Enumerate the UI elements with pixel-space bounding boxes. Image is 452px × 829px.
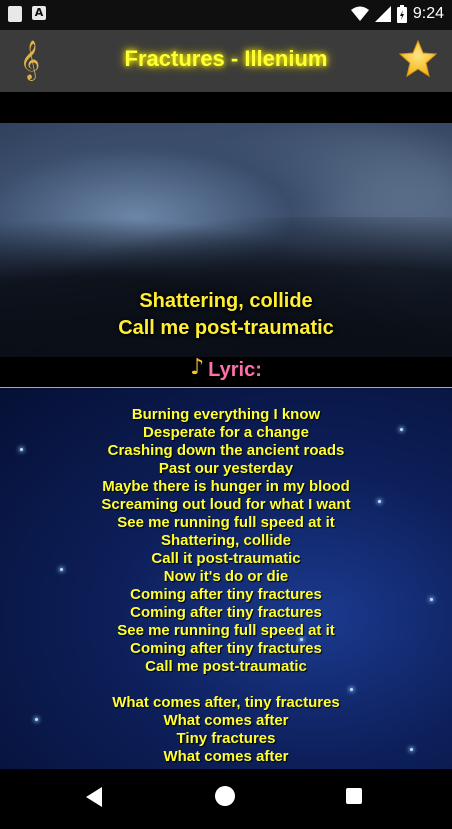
lyric-line: Coming after tiny fractures [130,640,322,657]
music-note-icon: ♪ [190,355,205,380]
star-favorite-icon[interactable] [398,39,438,79]
home-icon[interactable] [215,786,235,806]
treble-clef-icon[interactable]: 𝄞 [20,40,40,80]
lyric-line: Coming after tiny fractures [130,604,322,621]
lyrics-text: Burning everything I know Desperate for … [0,406,452,766]
system-nav-bar [0,769,452,829]
lyrics-panel[interactable]: Burning everything I know Desperate for … [0,388,452,769]
lyric-section-header: ♪ Lyric: [0,355,452,387]
a-icon: A [32,6,46,20]
video-subtitle-line-2: Call me post-traumatic [118,317,334,339]
page-title: Fractures - Illenium [124,46,328,71]
recent-apps-icon[interactable] [346,788,362,804]
lyric-line: Tiny fractures [176,730,276,747]
lyric-line: See me running full speed at it [117,514,335,531]
lyric-line: What comes after [163,712,289,729]
signal-icon [374,6,391,22]
lyric-line: Screaming out loud for what I want [101,496,351,513]
back-icon[interactable] [86,787,102,807]
lyric-label: Lyric: [208,359,262,381]
lyric-line: Now it's do or die [163,568,289,585]
lyric-line: Shattering, collide [160,532,292,549]
lyric-line: Call me post-traumatic [145,658,307,675]
video-subtitle-line-1: Shattering, collide [139,290,313,312]
lyric-line: Burning everything I know [131,406,321,423]
lyric-line: Crashing down the ancient roads [107,442,345,459]
lyric-line: Past our yesterday [158,460,294,477]
lyric-line: Maybe there is hunger in my blood [102,478,350,495]
lyric-line: See me running full speed at it [117,622,335,639]
lyric-line: What comes after [163,748,289,765]
battery-charging-icon [396,5,407,23]
music-video-player[interactable]: Shattering, collide Call me post-traumat… [0,123,452,357]
app-bar: 𝄞 Fractures - Illenium [0,30,452,92]
lyric-line: What comes after, tiny fractures [112,694,340,711]
status-time: 9:24 [412,5,444,22]
lyric-line: Coming after tiny fractures [130,586,322,603]
lyric-line: Call it post-traumatic [151,550,301,567]
lyric-stanza-break [0,676,452,694]
sd-card-icon [8,6,22,22]
wifi-icon [350,6,369,21]
lyric-line: Desperate for a change [143,424,309,441]
video-top-letterbox [0,92,452,123]
status-bar: A 9:24 [0,0,452,30]
